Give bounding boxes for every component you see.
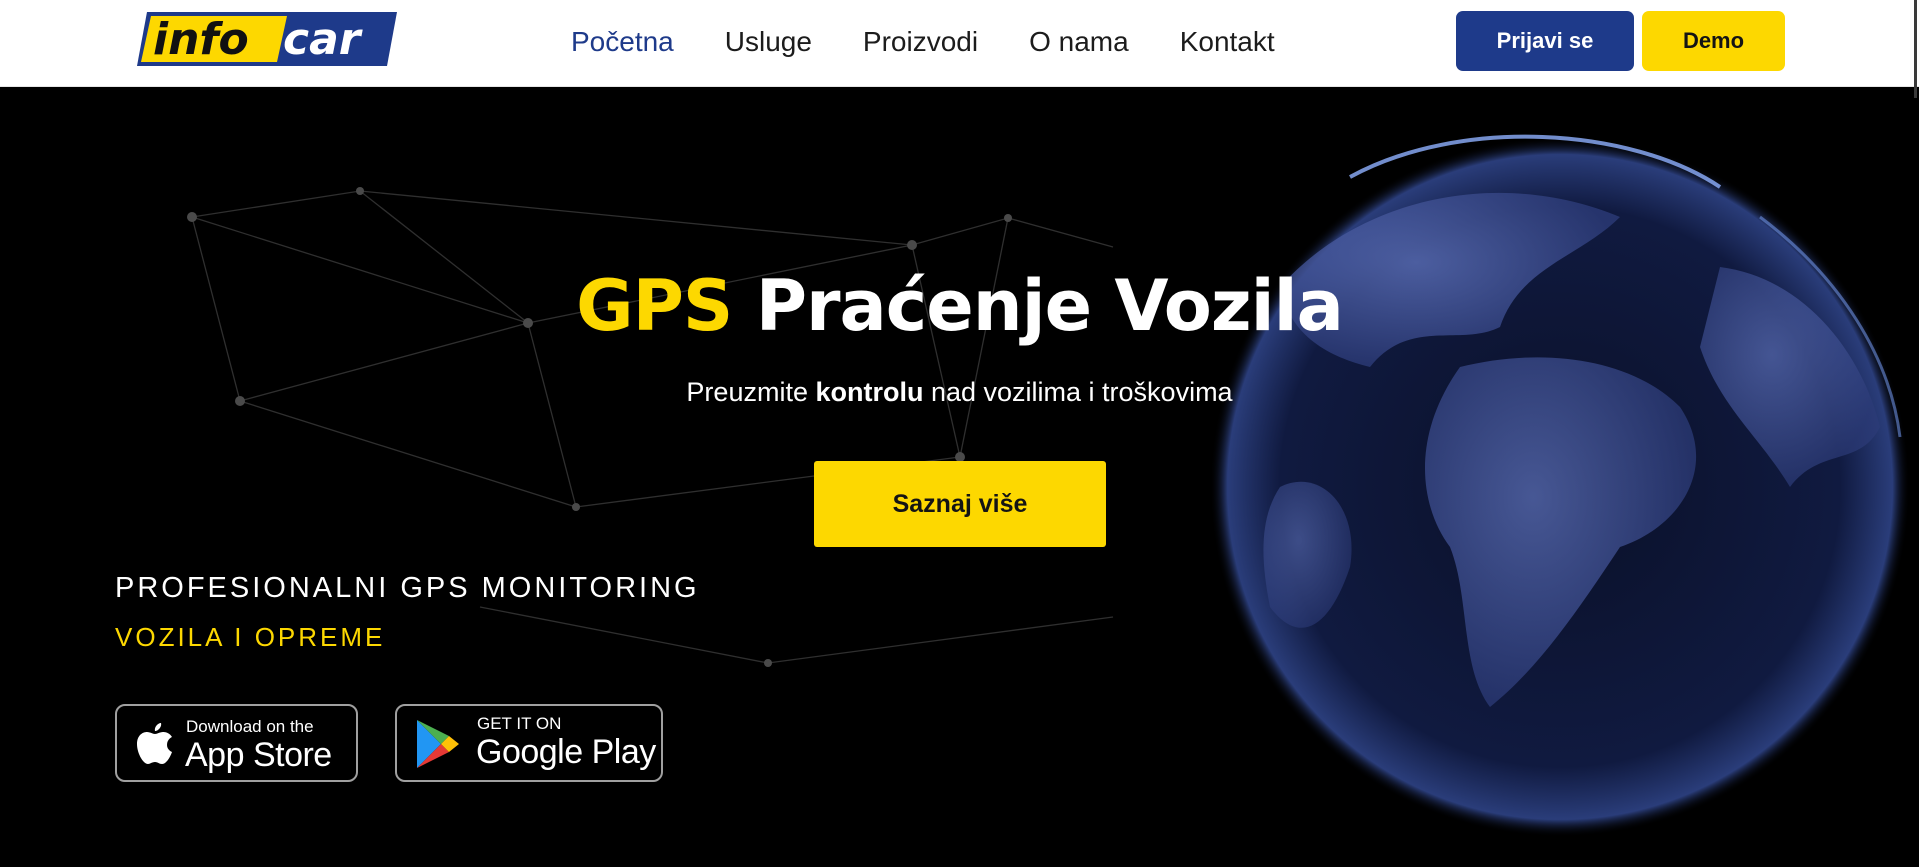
apple-icon	[137, 723, 172, 764]
scrollbar-thumb[interactable]	[1914, 0, 1917, 98]
google-play-small-text: GET IT ON	[477, 714, 562, 733]
tagline-primary: PROFESIONALNI GPS MONITORING	[115, 572, 700, 604]
globe-graphic	[1210, 134, 1910, 837]
hero-section: GPS Praćenje Vozila Preuzmite kontrolu n…	[0, 87, 1919, 867]
infocar-logo[interactable]: info car	[137, 10, 399, 68]
demo-button[interactable]: Demo	[1642, 11, 1785, 71]
google-play-big-text: Google Play	[476, 733, 656, 771]
nav-item-kontakt[interactable]: Kontakt	[1180, 22, 1275, 62]
learn-more-button[interactable]: Saznaj više	[814, 461, 1106, 547]
hero-subtitle: Preuzmite kontrolu nad vozilima i troško…	[0, 377, 1919, 408]
nav-item-o-nama[interactable]: O nama	[1029, 22, 1129, 62]
hero-subtitle-pre: Preuzmite	[686, 377, 816, 407]
app-store-badge[interactable]: Download on the App Store	[115, 704, 358, 782]
nav-item-proizvodi[interactable]: Proizvodi	[863, 22, 978, 62]
hero-subtitle-bold: kontrolu	[815, 377, 924, 407]
tagline-secondary: VOZILA I OPREME	[115, 622, 386, 652]
hero-subtitle-post: nad vozilima i troškovima	[923, 377, 1233, 407]
hero-title-highlight: GPS	[576, 265, 733, 347]
logo-text-info: info	[153, 14, 249, 65]
hero-title: GPS Praćenje Vozila	[0, 265, 1919, 347]
login-button[interactable]: Prijavi se	[1456, 11, 1634, 71]
site-header: info car Početna Usluge Proizvodi O nama…	[0, 0, 1919, 87]
google-play-badge[interactable]: GET IT ON Google Play	[395, 704, 663, 782]
nav-item-pocetna[interactable]: Početna	[571, 22, 674, 62]
app-store-small-text: Download on the	[186, 717, 314, 736]
hero-title-rest: Praćenje Vozila	[732, 265, 1344, 347]
app-store-big-text: App Store	[185, 736, 332, 774]
google-play-icon	[417, 720, 459, 768]
main-nav: Početna Usluge Proizvodi O nama Kontakt	[571, 22, 1326, 62]
nav-item-usluge[interactable]: Usluge	[725, 22, 812, 62]
logo-text-car: car	[283, 14, 363, 65]
